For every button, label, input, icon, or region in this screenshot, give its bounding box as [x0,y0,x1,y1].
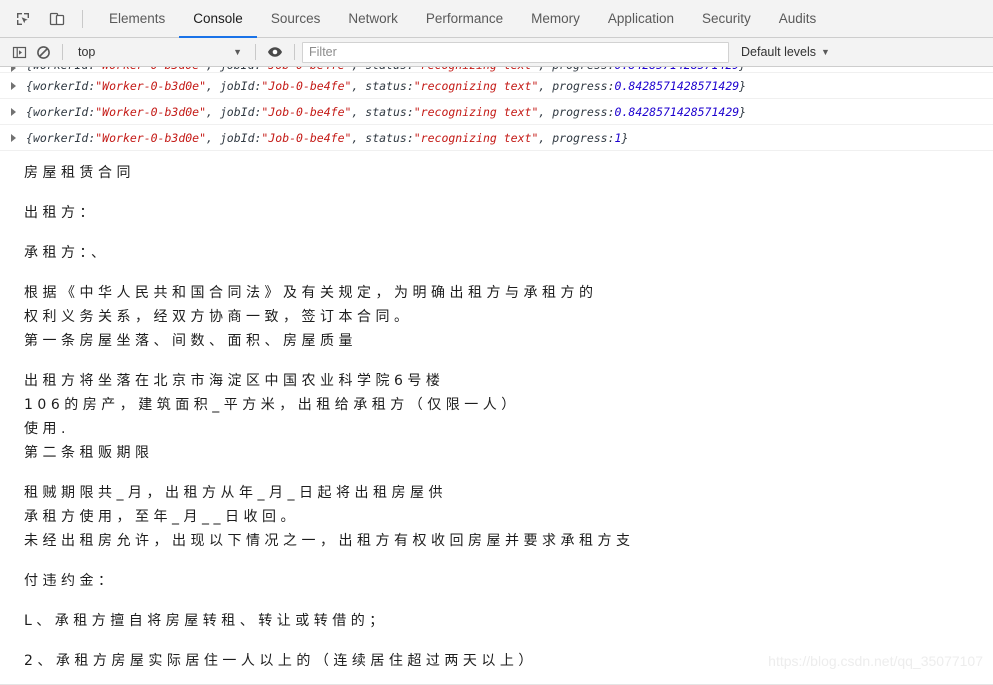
filterbar-divider-3 [294,44,295,60]
ocr-paragraph: 付违约金： [24,573,117,589]
console-message-list[interactable]: {workerId: "Worker-0-b3d0e", jobId: "Job… [0,60,993,685]
log-value-progress: 0.8428571428571429 [614,78,740,93]
log-key-progress: , progress: [538,104,615,119]
ocr-paragraph: 出租方： [24,205,98,221]
ocr-paragraph: 租贼期限共_月，出租方从年_月_日起将出租房屋供 承租方使用，至年_月__日收回… [24,485,635,549]
log-key-status: , status: [351,78,414,93]
log-value-workerid: "Worker-0-b3d0e" [95,78,207,93]
log-key-progress: , progress: [538,130,615,145]
tab-application[interactable]: Application [594,0,688,38]
console-log-row[interactable]: {workerId: "Worker-0-b3d0e", jobId: "Job… [0,125,993,151]
log-value-workerid: "Worker-0-b3d0e" [95,104,207,119]
ocr-result-text: 房屋租赁合同 出租方： 承租方：、 根据《中华人民共和国合同法》及有关规定，为明… [0,151,993,685]
log-value-jobid: "Job-0-be4fe" [261,104,352,119]
filter-input[interactable] [302,41,729,63]
tab-console[interactable]: Console [179,0,257,38]
expand-arrow-icon[interactable] [11,81,16,90]
inspect-element-icon[interactable] [10,6,35,31]
watermark: https://blog.csdn.net/qq_35077107 [768,653,983,669]
log-key-workerid: workerId: [32,104,96,119]
devtools-tabbar: Elements Console Sources Network Perform… [0,0,993,38]
console-log-row[interactable]: {workerId: "Worker-0-b3d0e", jobId: "Job… [0,73,993,99]
ocr-paragraph: 根据《中华人民共和国合同法》及有关规定，为明确出租方与承租方的 权利义务关系，经… [24,285,598,349]
log-value-status: "recognizing text" [413,78,539,93]
log-key-jobid: , jobId: [206,78,262,93]
ocr-paragraph: L、承租方擅自将房屋转租、转让或转借的； [24,613,388,629]
ocr-paragraph: 房屋租赁合同 [24,165,135,181]
devtools-window: Elements Console Sources Network Perform… [0,0,993,685]
log-key-jobid: , jobId: [206,130,262,145]
log-value-status: "recognizing text" [413,104,539,119]
log-levels-selector[interactable]: Default levels ▼ [735,42,836,63]
log-levels-label: Default levels [741,45,817,59]
expand-arrow-icon[interactable] [11,133,16,142]
ocr-paragraph: 承租方：、 [24,245,110,261]
tab-audits[interactable]: Audits [765,0,831,38]
console-log-row[interactable]: {workerId: "Worker-0-b3d0e", jobId: "Job… [0,99,993,125]
console-sidebar-icon[interactable] [7,41,31,63]
log-key-workerid: workerId: [32,78,96,93]
chevron-down-icon: ▼ [821,47,830,57]
log-key-status: , status: [351,130,414,145]
log-key-jobid: , jobId: [206,104,262,119]
tab-memory[interactable]: Memory [517,0,594,38]
eye-icon[interactable] [263,41,287,63]
tab-sources[interactable]: Sources [257,0,335,38]
panel-tabs: Elements Console Sources Network Perform… [95,0,831,38]
log-value-status: "recognizing text" [413,130,539,145]
log-value-jobid: "Job-0-be4fe" [261,130,352,145]
toolbar-icon-group [0,0,95,37]
console-filter-toolbar: top ▼ Default levels ▼ [0,38,993,67]
log-key-status: , status: [351,104,414,119]
execution-context-selector[interactable]: top ▼ [70,42,248,63]
log-key-workerid: workerId: [32,130,96,145]
expand-arrow-icon[interactable] [11,107,16,116]
execution-context-value: top [78,45,96,59]
ocr-paragraph: 出租方将坐落在北京市海淀区中国农业科学院6号楼 106的房产，建筑面积_平方米，… [24,373,520,461]
log-value-progress: 0.8428571428571429 [614,104,740,119]
toolbar-divider [82,9,83,28]
tab-security[interactable]: Security [688,0,765,38]
tab-network[interactable]: Network [334,0,412,38]
tab-performance[interactable]: Performance [412,0,517,38]
device-toolbar-icon[interactable] [44,6,69,31]
tab-elements[interactable]: Elements [95,0,179,38]
log-value-jobid: "Job-0-be4fe" [261,78,352,93]
filterbar-divider-2 [255,44,256,60]
chevron-down-icon: ▼ [233,47,242,57]
clear-console-icon[interactable] [31,41,55,63]
filterbar-divider-1 [62,44,63,60]
log-value-workerid: "Worker-0-b3d0e" [95,130,207,145]
log-key-progress: , progress: [538,78,615,93]
